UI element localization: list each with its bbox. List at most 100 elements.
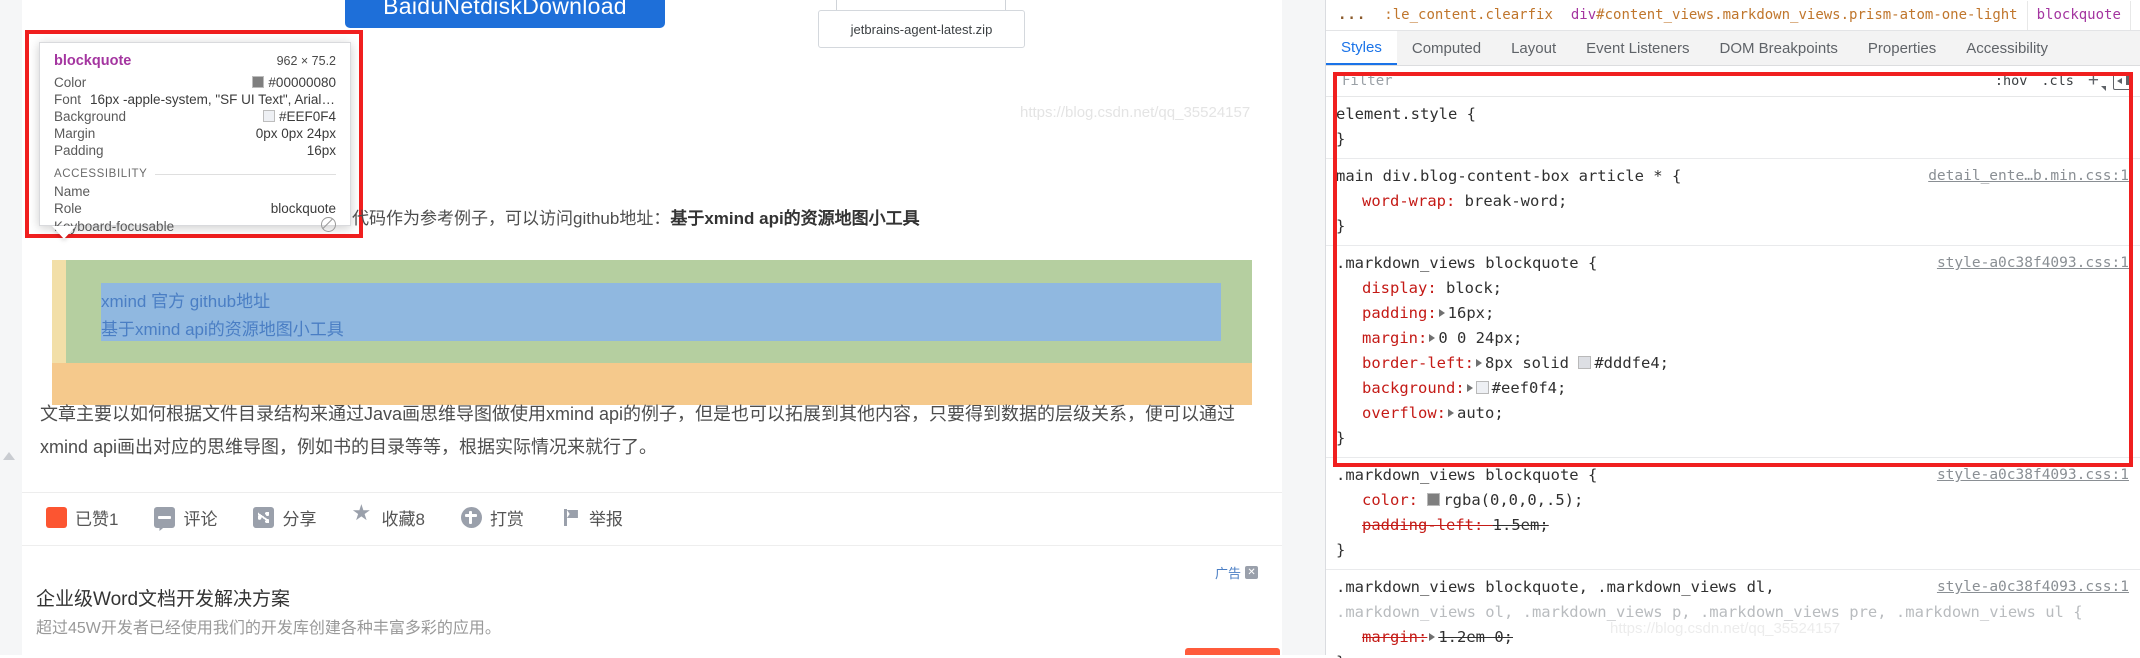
zip-file-chip[interactable]: jetbrains-agent-latest.zip: [818, 10, 1025, 48]
comment-icon: [154, 507, 176, 528]
blockquote-link-1[interactable]: xmind 官方 github地址: [101, 287, 270, 312]
tab-event-listeners[interactable]: Event Listeners: [1571, 31, 1704, 65]
element-dimensions: 962 × 75.2: [276, 54, 336, 68]
inspector-row-margin: Margin 0px 0px 24px: [54, 125, 336, 142]
tab-accessibility[interactable]: Accessibility: [1951, 31, 2063, 65]
filter-input[interactable]: Filter: [1334, 73, 1981, 89]
inspector-key-font: Font: [54, 92, 82, 107]
color-swatch-icon[interactable]: [1427, 493, 1441, 506]
article-action-bar: 已赞1 评论 分享 收藏8 打赏 举报: [46, 502, 623, 530]
share-button[interactable]: 分享: [253, 505, 316, 530]
inspector-value-keyboard-focusable: [321, 217, 336, 236]
declaration-margin[interactable]: margin: 0 0 24px;: [1336, 326, 2131, 351]
breadcrumb-item-article-content[interactable]: :le_content.clearfix: [1375, 1, 1562, 30]
color-swatch-icon[interactable]: [1475, 381, 1489, 394]
declaration-border-left[interactable]: border-left: 8px solid #dddfe4;: [1336, 351, 2131, 376]
favorite-button[interactable]: 收藏8: [351, 502, 425, 530]
breadcrumb-item-more[interactable]: ..: [2131, 1, 2140, 30]
inspector-key-background: Background: [54, 109, 127, 124]
breadcrumb-overflow-icon[interactable]: ...: [1326, 1, 1375, 30]
report-button[interactable]: 举报: [560, 505, 623, 530]
inspector-value-padding: 16px: [306, 143, 336, 158]
close-icon[interactable]: ✕: [1245, 566, 1259, 579]
inspector-key-color: Color: [54, 75, 87, 90]
css-rule-article-wildcard[interactable]: detail_ente…b.min.css:1 main div.blog-co…: [1326, 159, 2140, 246]
coin-icon: [460, 507, 482, 528]
rule-close-brace: }: [1336, 429, 1346, 447]
inspector-key-role: Role: [54, 201, 82, 216]
declaration-background[interactable]: background: #eef0f4;: [1336, 376, 2131, 401]
expand-triangle-icon[interactable]: [1448, 409, 1454, 417]
selector-markdown-group-line1: .markdown_views blockquote, .markdown_vi…: [1336, 578, 1775, 596]
ad-cta-button[interactable]: [1185, 648, 1280, 655]
inspector-row-font: Font 16px -apple-system, "SF UI Text", A…: [54, 91, 336, 108]
tab-properties[interactable]: Properties: [1853, 31, 1951, 65]
rule-close-brace: }: [1336, 130, 1346, 148]
expand-triangle-icon[interactable]: [1429, 633, 1436, 641]
baidu-netdisk-download-button[interactable]: BaiduNetdiskDownload: [345, 0, 665, 28]
styles-filter-bar: Filter :hov .cls +: [1326, 66, 2140, 97]
declaration-color[interactable]: color: rgba(0,0,0,.5);: [1336, 488, 2131, 513]
bottom-watermark: https://blog.csdn.net/qq_35524157: [1610, 620, 1841, 637]
ad-label: 广告: [1215, 566, 1242, 581]
tab-computed[interactable]: Computed: [1397, 31, 1496, 65]
stylesheet-source-link[interactable]: style-a0c38f4093.css:1: [1937, 575, 2129, 600]
new-style-rule-button[interactable]: +: [2088, 70, 2107, 92]
stylesheet-source-link[interactable]: style-a0c38f4093.css:1: [1937, 463, 2129, 488]
stylesheet-source-link[interactable]: style-a0c38f4093.css:1: [1937, 251, 2129, 276]
rule-close-brace: }: [1336, 217, 1346, 235]
declaration-padding-left-overridden[interactable]: padding-left: 1.5em;: [1336, 513, 2131, 538]
css-rule-element-style[interactable]: element.style { }: [1326, 97, 2140, 159]
like-button[interactable]: 已赞1: [46, 505, 118, 530]
hover-state-button[interactable]: :hov: [1995, 73, 2028, 89]
breadcrumb-item-content-views[interactable]: divdiv#content_views.markdown_views.pris…: [1562, 1, 2027, 30]
element-inspector-tooltip: 962 × 75.2 blockquote Color #00000080 Fo…: [39, 42, 351, 234]
declaration-display[interactable]: display: block;: [1336, 276, 2131, 301]
ad-label-group[interactable]: 广告 ✕: [1215, 563, 1259, 582]
inspector-key-margin: Margin: [54, 126, 96, 141]
inspector-value-font: 16px -apple-system, "SF UI Text", Arial,…: [90, 92, 336, 107]
css-rules-list[interactable]: element.style { } detail_ente…b.min.css:…: [1326, 97, 2140, 658]
comment-button[interactable]: 评论: [154, 505, 217, 530]
comment-label: 评论: [183, 510, 218, 529]
breadcrumb-item-blockquote[interactable]: blockquote: [2026, 0, 2131, 30]
ad-subtitle: 超过45W开发者已经使用我们的开发库创建各种丰富多彩的应用。: [36, 620, 501, 637]
class-editor-button[interactable]: .cls: [2041, 73, 2074, 89]
inspector-row-color: Color #00000080: [54, 74, 336, 91]
selector-blockquote-color: .markdown_views blockquote {: [1336, 466, 1598, 484]
reward-button[interactable]: 打赏: [460, 505, 524, 530]
inspector-row-keyboard-focusable: Keyboard-focusable: [54, 217, 336, 236]
expand-triangle-icon[interactable]: [1438, 309, 1445, 317]
expand-triangle-icon[interactable]: [1429, 334, 1436, 342]
tab-styles[interactable]: Styles: [1326, 31, 1397, 65]
favorite-label: 收藏8: [381, 510, 425, 529]
inspector-tooltip-arrow: [52, 226, 76, 239]
declaration-word-wrap[interactable]: word-wrap: break-word;: [1336, 189, 2131, 214]
rule-close-brace: }: [1336, 650, 2131, 658]
article-body-paragraph: 文章主要以如何根据文件目录结构来通过Java画思维导图做使用xmind api的…: [40, 404, 1236, 457]
color-swatch-icon[interactable]: [1578, 356, 1592, 369]
page-scroll-indicator[interactable]: [2, 444, 15, 470]
declaration-overflow[interactable]: overflow: auto;: [1336, 401, 2131, 426]
tab-layout[interactable]: Layout: [1496, 31, 1571, 65]
flag-icon: [560, 507, 581, 528]
page-watermark: https://blog.csdn.net/qq_35524157: [1020, 104, 1251, 121]
color-swatch-icon: [252, 76, 265, 88]
share-label: 分享: [282, 510, 317, 529]
ad-title[interactable]: 企业级Word文档开发解决方案: [36, 584, 290, 611]
declaration-padding[interactable]: padding: 16px;: [1336, 301, 2131, 326]
blockquote-link-2[interactable]: 基于xmind api的资源地图小工具: [101, 315, 344, 340]
accessibility-section-header: ACCESSIBILITY: [54, 168, 336, 180]
stylesheet-source-link[interactable]: detail_ente…b.min.css:1: [1928, 164, 2129, 189]
expand-triangle-icon[interactable]: [1466, 384, 1473, 392]
css-rule-markdown-block-group[interactable]: style-a0c38f4093.css:1 .markdown_views b…: [1326, 570, 2140, 658]
inspector-row-padding: Padding 16px: [54, 142, 336, 159]
computed-sidebar-toggle-icon[interactable]: [2113, 72, 2133, 90]
tab-dom-breakpoints[interactable]: DOM Breakpoints: [1705, 31, 1853, 65]
background-swatch-icon: [262, 110, 275, 122]
css-rule-blockquote-base[interactable]: style-a0c38f4093.css:1 .markdown_views b…: [1326, 246, 2140, 458]
selector-blockquote-base: .markdown_views blockquote {: [1336, 254, 1598, 272]
expand-triangle-icon[interactable]: [1476, 359, 1482, 367]
zip-file-label: jetbrains-agent-latest.zip: [850, 21, 993, 37]
css-rule-blockquote-color[interactable]: style-a0c38f4093.css:1 .markdown_views b…: [1326, 458, 2140, 570]
